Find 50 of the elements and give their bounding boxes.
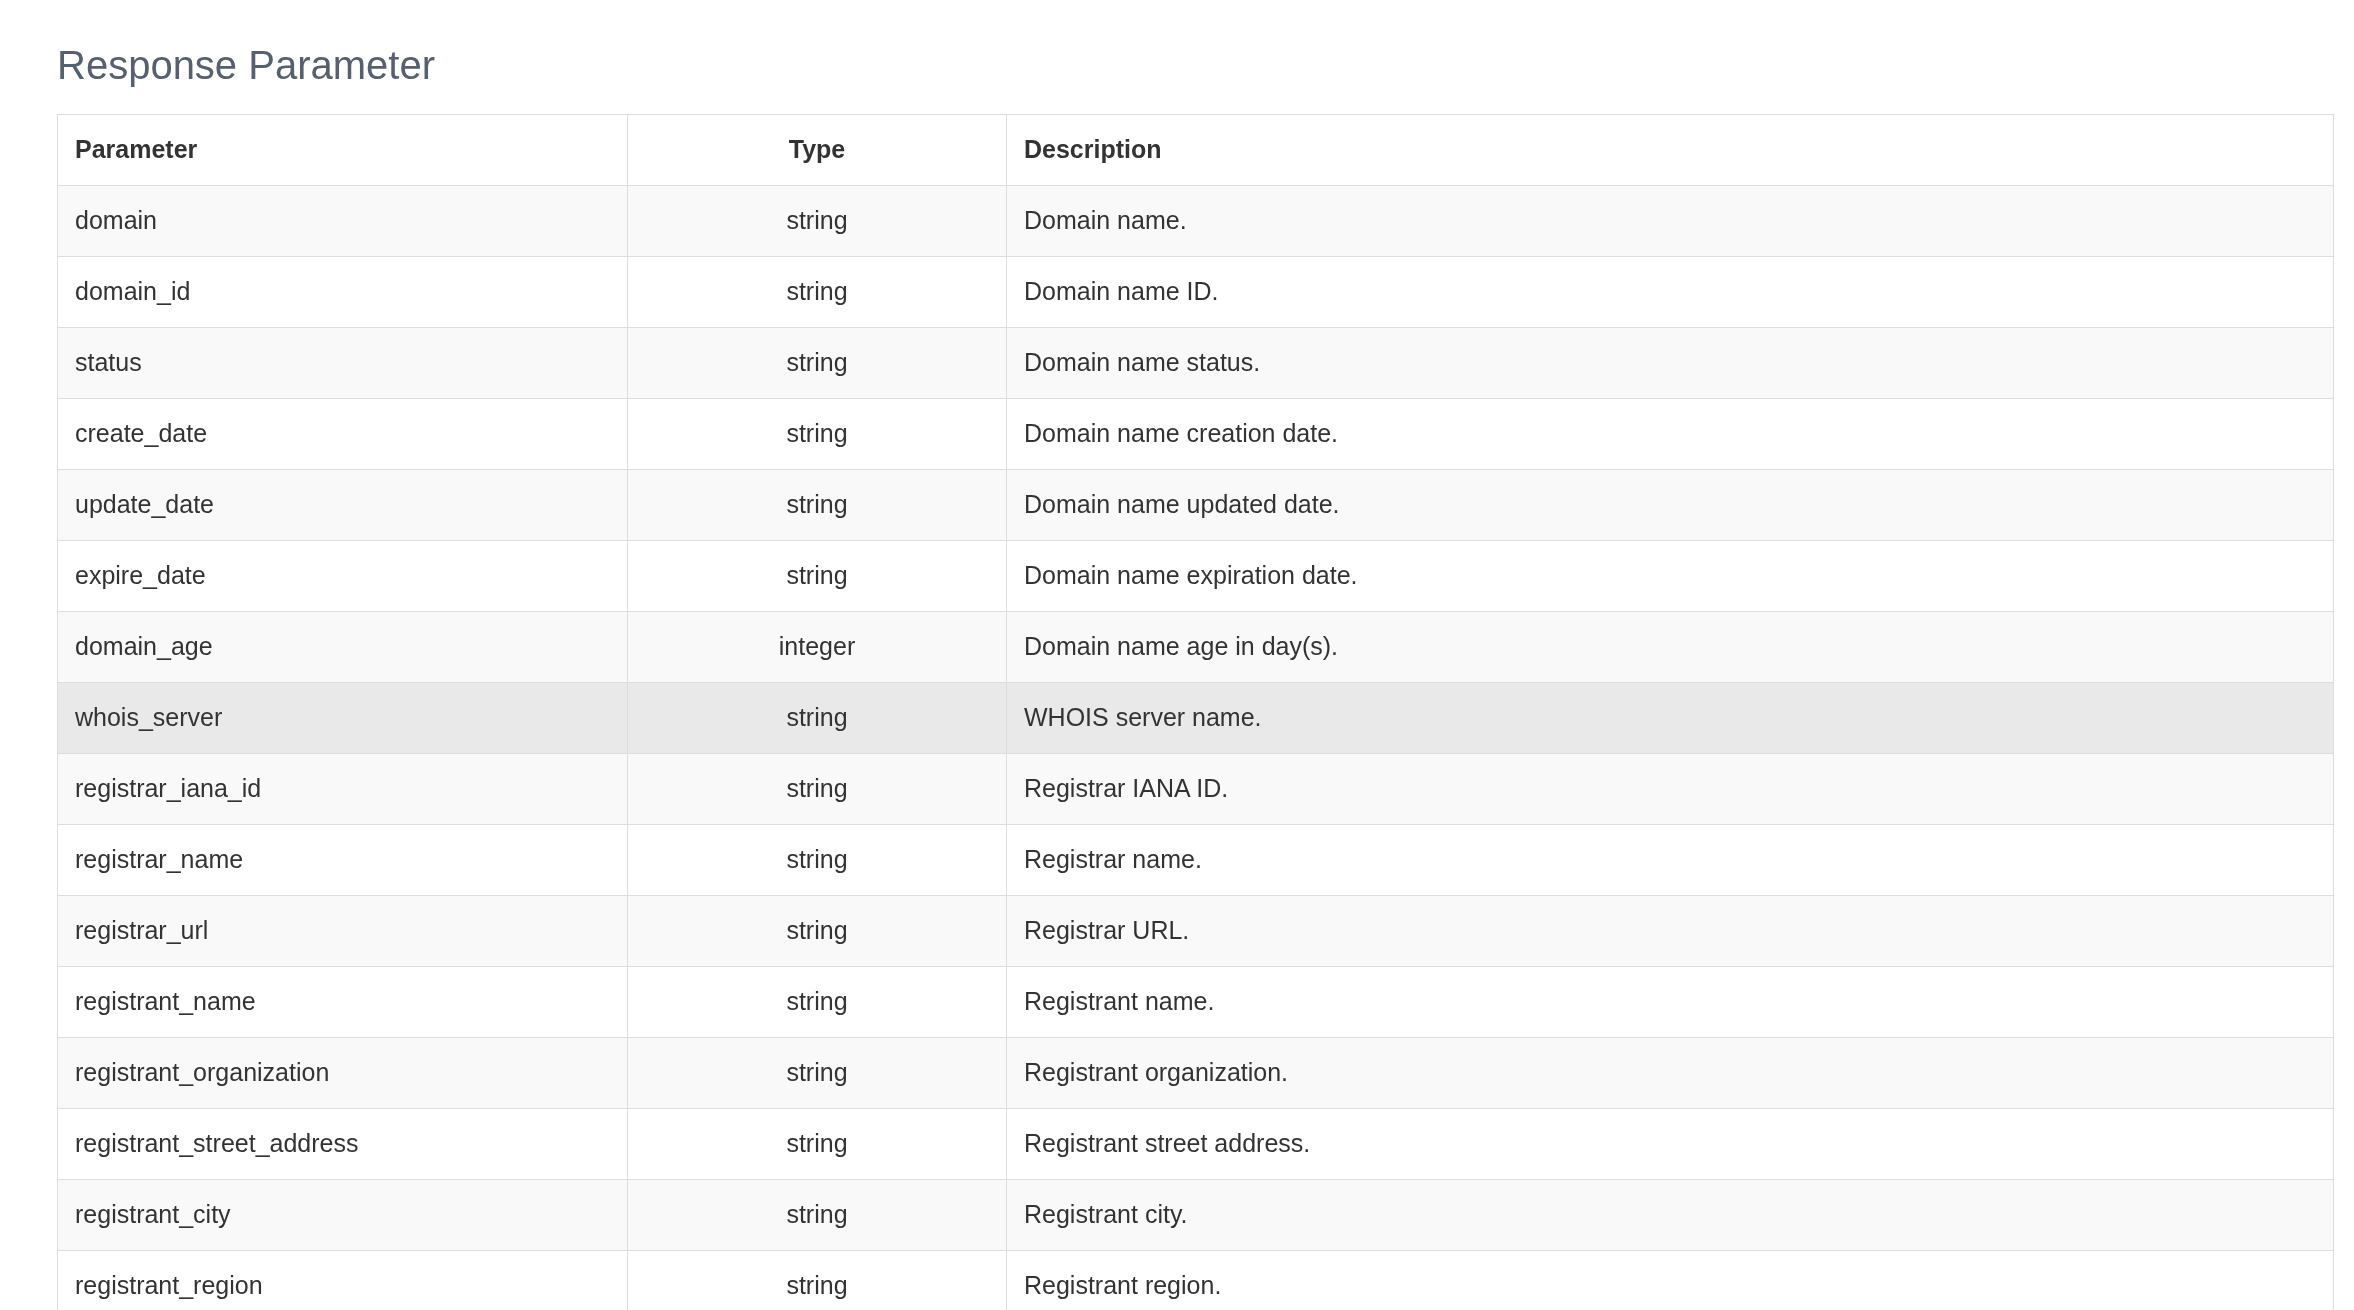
table-cell: string bbox=[627, 753, 1007, 825]
table-cell: registrar_name bbox=[57, 824, 628, 896]
table-cell: status bbox=[57, 327, 628, 399]
table-cell: registrar_iana_id bbox=[57, 753, 628, 825]
table-cell: whois_server bbox=[57, 682, 628, 754]
table-cell: domain_id bbox=[57, 256, 628, 328]
table-cell: registrant_street_address bbox=[57, 1108, 628, 1180]
column-header: Parameter bbox=[57, 114, 628, 186]
section-title: Response Parameter bbox=[57, 42, 436, 89]
table-cell: domain_age bbox=[57, 611, 628, 683]
table-cell: string bbox=[627, 256, 1007, 328]
table-cell: Domain name status. bbox=[1006, 327, 2334, 399]
table-cell: string bbox=[627, 1179, 1007, 1251]
table-cell: Domain name expiration date. bbox=[1006, 540, 2334, 612]
table-cell: Domain name ID. bbox=[1006, 256, 2334, 328]
table-cell: WHOIS server name. bbox=[1006, 682, 2334, 754]
table-cell: string bbox=[627, 966, 1007, 1038]
table-cell: string bbox=[627, 469, 1007, 541]
table-cell: Registrant street address. bbox=[1006, 1108, 2334, 1180]
table-cell: string bbox=[627, 682, 1007, 754]
table-cell: string bbox=[627, 895, 1007, 967]
table-cell: Registrant city. bbox=[1006, 1179, 2334, 1251]
table-cell: Domain name. bbox=[1006, 185, 2334, 257]
table-cell: registrant_region bbox=[57, 1250, 628, 1310]
table-cell: integer bbox=[627, 611, 1007, 683]
table-cell: registrant_city bbox=[57, 1179, 628, 1251]
table-cell: string bbox=[627, 185, 1007, 257]
table-cell: string bbox=[627, 1037, 1007, 1109]
table-cell: domain bbox=[57, 185, 628, 257]
table-cell: string bbox=[627, 327, 1007, 399]
table-cell: Domain name updated date. bbox=[1006, 469, 2334, 541]
column-header: Type bbox=[627, 114, 1007, 186]
table-cell: registrant_name bbox=[57, 966, 628, 1038]
table-cell: Registrar URL. bbox=[1006, 895, 2334, 967]
table-cell: registrant_organization bbox=[57, 1037, 628, 1109]
table-cell: update_date bbox=[57, 469, 628, 541]
table-cell: Registrant organization. bbox=[1006, 1037, 2334, 1109]
table-cell: Registrant name. bbox=[1006, 966, 2334, 1038]
table-cell: string bbox=[627, 398, 1007, 470]
table-cell: Domain name age in day(s). bbox=[1006, 611, 2334, 683]
table-cell: Registrar IANA ID. bbox=[1006, 753, 2334, 825]
table-cell: Registrar name. bbox=[1006, 824, 2334, 896]
column-header: Description bbox=[1006, 114, 2334, 186]
table-cell: string bbox=[627, 540, 1007, 612]
table-cell: expire_date bbox=[57, 540, 628, 612]
table-cell: registrar_url bbox=[57, 895, 628, 967]
table-cell: create_date bbox=[57, 398, 628, 470]
table-cell: Domain name creation date. bbox=[1006, 398, 2334, 470]
table-cell: string bbox=[627, 824, 1007, 896]
table-cell: string bbox=[627, 1108, 1007, 1180]
